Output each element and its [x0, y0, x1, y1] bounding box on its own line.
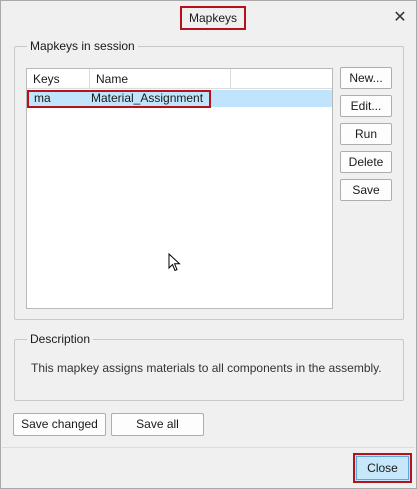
description-legend: Description [27, 332, 94, 346]
save-all-button[interactable]: Save all [111, 413, 204, 436]
list-header: Keys Name [27, 69, 332, 89]
column-header-name[interactable]: Name [90, 69, 231, 89]
mouse-pointer-icon [168, 253, 181, 272]
footer-separator [2, 447, 415, 448]
mapkey-name-cell: Material_Assignment [91, 91, 204, 105]
save-button[interactable]: Save [340, 179, 392, 201]
close-button-highlight: Close [353, 453, 412, 483]
mapkey-key-cell: ma [34, 91, 51, 105]
close-button[interactable]: Close [356, 456, 409, 480]
new-button[interactable]: New... [340, 67, 392, 89]
mapkey-row-ma[interactable]: ma Material_Assignment [27, 90, 332, 108]
window-title: Mapkeys [180, 6, 246, 30]
description-text: This mapkey assigns materials to all com… [31, 361, 382, 375]
column-header-keys[interactable]: Keys [27, 69, 90, 89]
title-bar: Mapkeys ✕ [1, 1, 416, 34]
close-icon[interactable]: ✕ [391, 9, 409, 27]
save-changed-button[interactable]: Save changed [13, 413, 106, 436]
mapkeys-in-session-legend: Mapkeys in session [27, 39, 138, 53]
edit-button[interactable]: Edit... [340, 95, 392, 117]
run-button[interactable]: Run [340, 123, 392, 145]
delete-button[interactable]: Delete [340, 151, 392, 173]
mapkeys-dialog: Mapkeys ✕ Mapkeys in session Keys Name m… [0, 0, 417, 489]
